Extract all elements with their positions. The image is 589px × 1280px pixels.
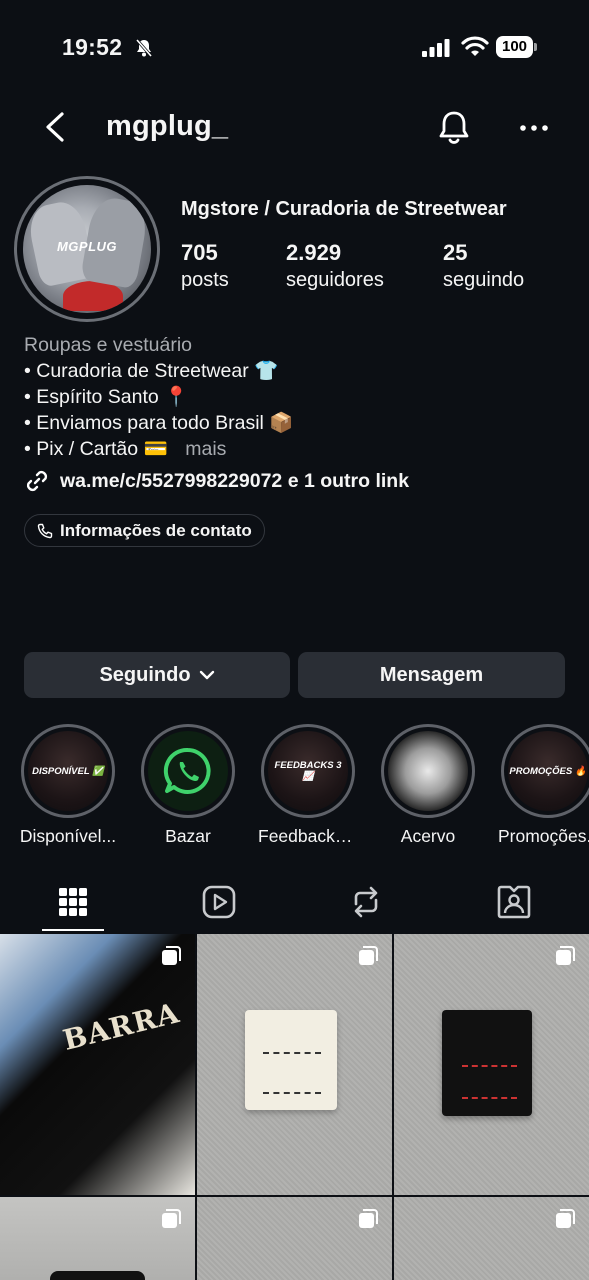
bio-line-last: • Pix / Cartão 💳 mais <box>24 436 564 462</box>
whatsapp-icon <box>163 747 211 794</box>
post-tile[interactable] <box>197 934 392 1195</box>
post-white-shirt <box>245 1010 337 1110</box>
post-tile[interactable] <box>394 934 589 1195</box>
phone-icon <box>37 523 53 538</box>
highlight-label: Feedbacks... <box>258 826 358 846</box>
post-tile[interactable]: BARRA <box>0 934 195 1195</box>
carousel-icon <box>556 946 575 965</box>
contact-info-button[interactable]: Informações de contato <box>24 514 265 547</box>
cellular-signal-icon <box>422 39 450 57</box>
following-value: 25 <box>443 240 468 265</box>
reels-icon[interactable] <box>199 882 239 922</box>
following-button-label: Seguindo <box>99 663 191 686</box>
grid-icon[interactable] <box>53 882 93 922</box>
highlight-label: Acervo <box>400 826 456 846</box>
carousel-icon <box>162 946 181 965</box>
posts-value: 705 <box>181 240 218 265</box>
contact-info-label: Informações de contato <box>60 520 252 540</box>
avatar-logo-text: MGPLUG <box>56 239 118 254</box>
post-shirt-print: BARRA <box>59 996 183 1057</box>
bio-line: • Espírito Santo 📍 <box>24 386 189 408</box>
link-icon <box>26 470 48 492</box>
message-button-label: Mensagem <box>379 663 484 686</box>
highlight-disponivel[interactable]: DISPONÍVEL ✅ Disponível... <box>18 724 118 847</box>
profile-display-name: Mgstore / Curadoria de Streetwear <box>181 198 507 220</box>
chevron-down-icon <box>199 670 214 680</box>
bio-line: • Pix / Cartão 💳 <box>24 438 168 460</box>
back-arrow-icon[interactable] <box>40 110 70 144</box>
bio-line: • Curadoria de Streetwear 👕 <box>24 360 279 382</box>
carousel-icon <box>359 1209 378 1228</box>
highlight-bazar[interactable]: Bazar <box>138 724 238 847</box>
bio-link[interactable]: wa.me/c/5527998229072 e 1 outro link <box>24 468 409 494</box>
following-count[interactable]: 25 seguindo <box>443 240 524 292</box>
post-tile[interactable] <box>197 1197 392 1280</box>
highlight-cover-text: DISPONÍVEL ✅ <box>28 731 108 811</box>
following-label: seguindo <box>443 269 525 291</box>
posts-count[interactable]: 705 posts <box>181 240 229 292</box>
battery-indicator: 100 <box>496 36 538 58</box>
highlight-label: Disponível... <box>19 826 117 846</box>
more-options-icon[interactable] <box>518 118 550 138</box>
post-tile[interactable] <box>394 1197 589 1280</box>
highlight-cover-image <box>388 731 468 811</box>
followers-label: seguidores <box>286 269 384 291</box>
reposts-icon[interactable] <box>346 882 386 922</box>
notification-bell-icon[interactable] <box>436 109 472 147</box>
highlight-acervo[interactable]: Acervo <box>378 724 478 847</box>
profile-avatar[interactable]: MGPLUG <box>14 176 160 322</box>
wifi-icon <box>461 36 489 56</box>
tagged-icon[interactable] <box>494 882 534 922</box>
profile-username: mgplug_ <box>106 110 229 142</box>
bio-more-link[interactable]: mais <box>185 438 226 460</box>
carousel-icon <box>162 1209 181 1228</box>
highlight-feedbacks[interactable]: FEEDBACKS 3 📈 Feedbacks... <box>258 724 358 847</box>
highlight-promocoes[interactable]: PROMOÇÕES 🔥 Promoções... <box>498 724 589 847</box>
message-button[interactable]: Mensagem <box>298 652 565 698</box>
status-time: 19:52 <box>62 34 123 60</box>
following-button[interactable]: Seguindo <box>24 652 290 698</box>
followers-value: 2.929 <box>286 240 342 265</box>
post-tile[interactable] <box>0 1197 195 1280</box>
active-tab-indicator <box>42 929 104 931</box>
silent-mode-icon <box>135 39 153 57</box>
post-black-shirt <box>442 1010 532 1116</box>
bio-category: Roupas e vestuário <box>24 334 193 356</box>
highlight-label: Promoções... <box>498 826 589 846</box>
profile-bio: Roupas e vestuário • Curadoria de Street… <box>24 332 564 462</box>
highlight-cover-text: PROMOÇÕES 🔥 <box>508 731 588 811</box>
bio-line: • Enviamos para todo Brasil 📦 <box>24 412 294 434</box>
followers-count[interactable]: 2.929 seguidores <box>286 240 384 292</box>
posts-label: posts <box>181 269 229 291</box>
highlight-cover-text: FEEDBACKS 3 📈 <box>268 731 348 811</box>
carousel-icon <box>359 946 378 965</box>
highlight-label: Bazar <box>165 826 211 846</box>
battery-level: 100 <box>496 36 533 58</box>
carousel-icon <box>556 1209 575 1228</box>
bio-link-text: wa.me/c/5527998229072 e 1 outro link <box>60 469 410 492</box>
